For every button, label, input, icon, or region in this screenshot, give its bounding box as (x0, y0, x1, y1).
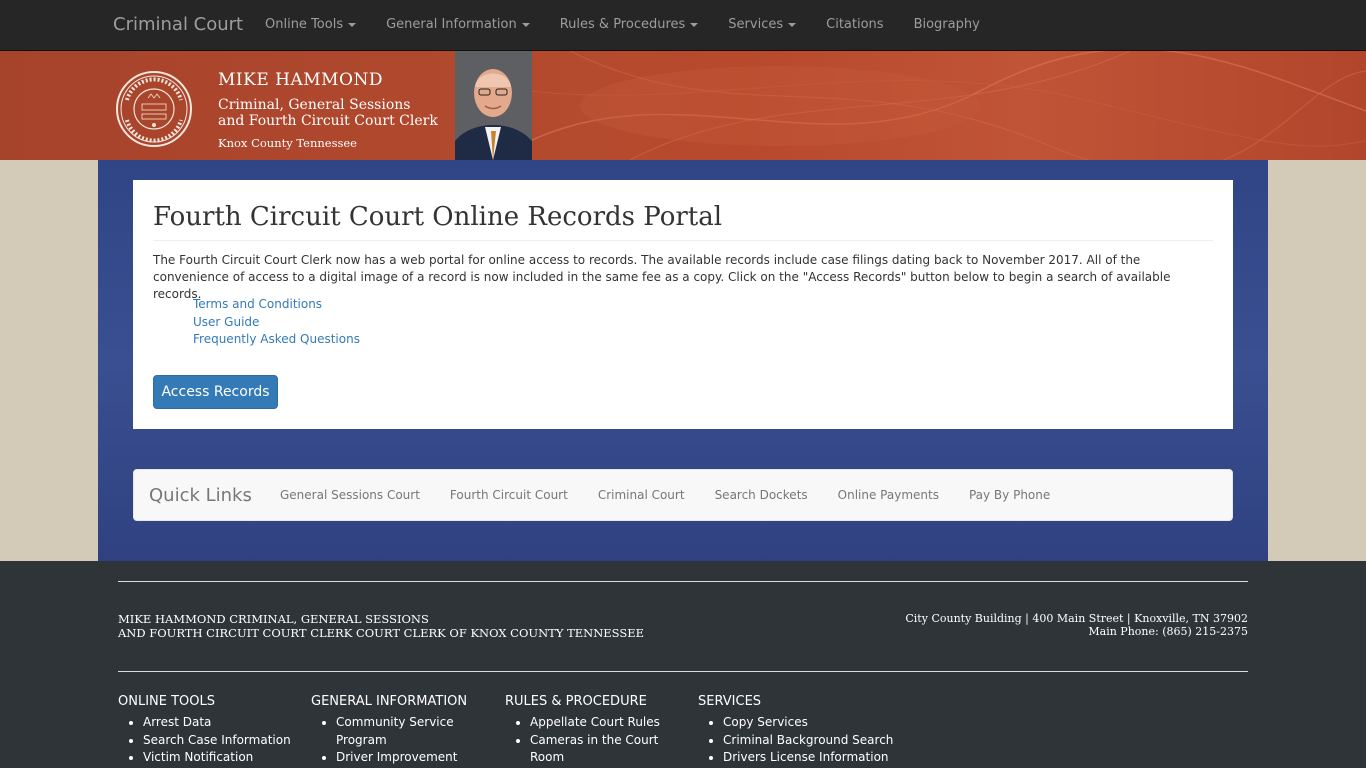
portal-links: Terms and Conditions User Guide Frequent… (193, 296, 360, 349)
caret-down-icon (521, 22, 530, 27)
footer-col-general-information: GENERAL INFORMATION Community Service Pr… (311, 694, 481, 767)
footer-link[interactable]: Search Case Information (143, 732, 308, 750)
faq-link[interactable]: Frequently Asked Questions (193, 331, 360, 349)
nav-citations[interactable]: Citations (826, 0, 883, 50)
quick-links-list: General Sessions Court Fourth Circuit Co… (280, 470, 1080, 520)
access-records-button[interactable]: Access Records (153, 375, 278, 409)
header-banner: MIKE HAMMOND Criminal, General Sessions … (0, 51, 1366, 160)
footer-link[interactable]: Community Service Program (336, 714, 466, 749)
official-seal-icon (116, 71, 192, 147)
clerk-name: MIKE HAMMOND (218, 70, 383, 90)
nav-biography[interactable]: Biography (914, 0, 980, 50)
quick-link-criminal-court[interactable]: Criminal Court (598, 470, 685, 520)
footer-col-services: SERVICES Copy Services Criminal Backgrou… (698, 694, 898, 767)
nav-services[interactable]: Services (728, 0, 797, 50)
footer-link[interactable]: Appellate Court Rules (530, 714, 675, 732)
caret-down-icon (788, 22, 797, 27)
footer-link[interactable]: Cameras in the Court Room (530, 732, 660, 767)
quick-link-online-payments[interactable]: Online Payments (838, 470, 939, 520)
quick-links-bar: Quick Links General Sessions Court Fourt… (133, 469, 1233, 521)
top-navbar: Criminal Court Online Tools General Info… (0, 0, 1366, 51)
nav-general-information[interactable]: General Information (386, 0, 530, 50)
footer: MIKE HAMMOND CRIMINAL, GENERAL SESSIONS … (0, 561, 1366, 768)
footer-contact: City County Building | 400 Main Street |… (905, 612, 1248, 638)
brand-link[interactable]: Criminal Court (113, 14, 243, 35)
footer-link[interactable]: Copy Services (723, 714, 898, 732)
quick-link-search-dockets[interactable]: Search Dockets (715, 470, 808, 520)
footer-col-online-tools: ONLINE TOOLS Arrest Data Search Case Inf… (118, 694, 308, 767)
page-title: Fourth Circuit Court Online Records Port… (153, 202, 1213, 241)
quick-links-title: Quick Links (149, 485, 252, 506)
footer-divider (118, 581, 1248, 582)
terms-link[interactable]: Terms and Conditions (193, 296, 360, 314)
decorative-swirl (530, 51, 1366, 160)
clerk-title: Criminal, General Sessions and Fourth Ci… (218, 97, 438, 129)
caret-down-icon (690, 22, 699, 27)
main-nav: Online Tools General Information Rules &… (265, 0, 1010, 50)
nav-rules-procedures[interactable]: Rules & Procedures (560, 0, 699, 50)
user-guide-link[interactable]: User Guide (193, 314, 360, 332)
quick-link-fourth-circuit[interactable]: Fourth Circuit Court (450, 470, 568, 520)
footer-phone: Main Phone: (865) 215-2375 (1088, 625, 1248, 638)
portal-card: Fourth Circuit Court Online Records Port… (133, 180, 1233, 429)
quick-link-pay-by-phone[interactable]: Pay By Phone (969, 470, 1050, 520)
quick-link-general-sessions[interactable]: General Sessions Court (280, 470, 420, 520)
footer-org: MIKE HAMMOND CRIMINAL, GENERAL SESSIONS … (118, 612, 645, 640)
clerk-portrait (455, 51, 532, 160)
footer-address: City County Building | 400 Main Street |… (905, 612, 1248, 625)
footer-divider (118, 671, 1248, 672)
main-content: Fourth Circuit Court Online Records Port… (98, 160, 1268, 561)
footer-col-rules-procedure: RULES & PROCEDURE Appellate Court Rules … (505, 694, 675, 767)
caret-down-icon (348, 22, 357, 27)
clerk-county: Knox County Tennessee (218, 136, 357, 150)
footer-link[interactable]: Driver Improvement (336, 749, 481, 767)
nav-online-tools[interactable]: Online Tools (265, 0, 357, 50)
footer-link[interactable]: Drivers License Information (723, 749, 898, 767)
footer-link[interactable]: Victim Notification (143, 749, 308, 767)
footer-link[interactable]: Criminal Background Search (723, 732, 898, 750)
footer-link[interactable]: Arrest Data (143, 714, 308, 732)
